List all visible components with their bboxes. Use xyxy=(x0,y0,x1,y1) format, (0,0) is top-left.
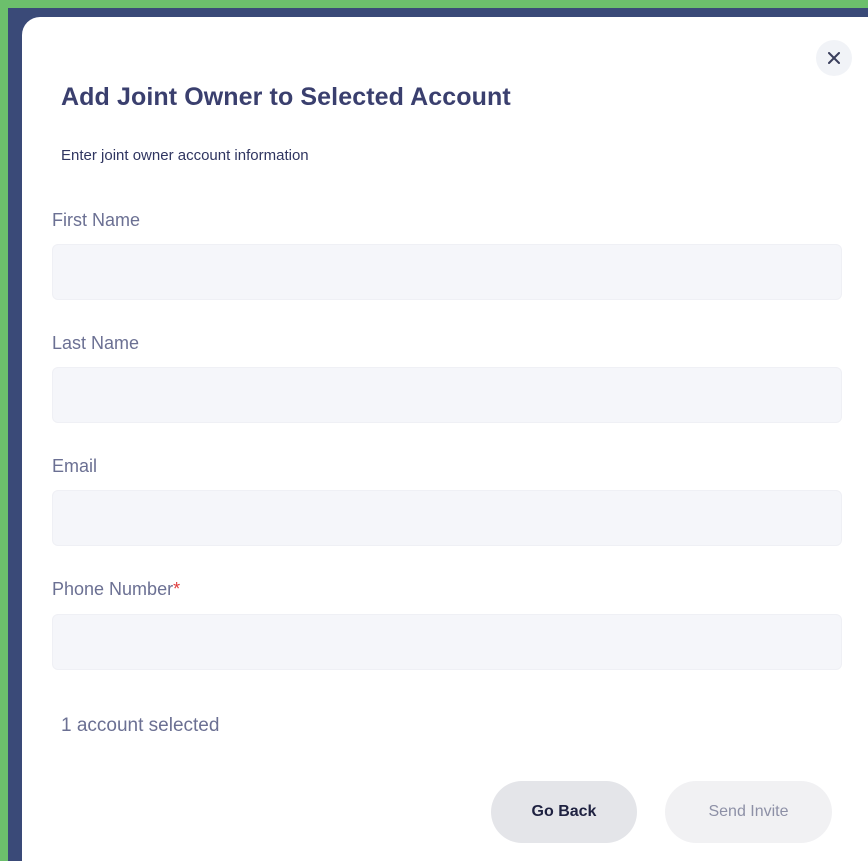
add-joint-owner-dialog: Add Joint Owner to Selected Account Ente… xyxy=(22,17,868,861)
email-input[interactable] xyxy=(52,490,842,546)
email-label: Email xyxy=(52,456,98,476)
phone-number-input[interactable] xyxy=(52,614,842,670)
dialog-title: Add Joint Owner to Selected Account xyxy=(61,83,511,111)
dialog-subtitle: Enter joint owner account information xyxy=(61,147,309,164)
close-icon xyxy=(828,52,840,64)
phone-number-label: Phone Number* xyxy=(52,579,180,600)
send-invite-button[interactable]: Send Invite xyxy=(665,781,832,843)
first-name-input[interactable] xyxy=(52,244,842,300)
accounts-selected-count: 1 account selected xyxy=(61,715,220,736)
last-name-input[interactable] xyxy=(52,367,842,423)
go-back-button[interactable]: Go Back xyxy=(491,781,637,843)
last-name-label: Last Name xyxy=(52,333,140,353)
required-marker: * xyxy=(173,579,181,599)
close-button[interactable] xyxy=(816,40,852,76)
first-name-label: First Name xyxy=(52,210,141,230)
phone-number-label-text: Phone Number xyxy=(52,579,174,599)
